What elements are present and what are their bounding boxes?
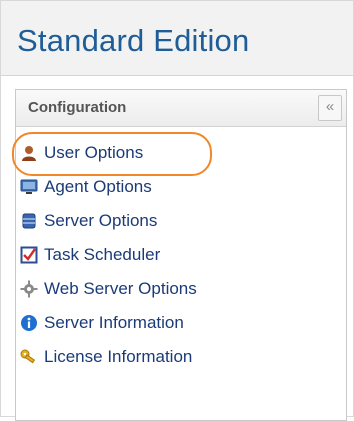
menu-item-label: License Information <box>44 347 193 366</box>
calendar-check-icon <box>20 246 38 264</box>
menu-item-web-server-options[interactable]: Web Server Options <box>20 272 197 306</box>
menu-item-agent-options[interactable]: Agent Options <box>20 170 197 204</box>
collapse-panel-button[interactable]: « <box>318 95 342 121</box>
menu-item-label: Agent Options <box>44 177 152 196</box>
info-icon <box>21 315 37 331</box>
menu-item-server-options[interactable]: Server Options <box>20 204 197 238</box>
key-icon <box>20 349 36 364</box>
menu-item-label: User Options <box>44 143 144 162</box>
header: Standard Edition <box>1 1 353 76</box>
menu-item-label: Web Server Options <box>44 279 197 298</box>
menu-item-label: Server Options <box>44 211 158 230</box>
menu-item-user-options[interactable]: User Options <box>12 132 212 176</box>
panel-header: Configuration « <box>16 90 346 127</box>
menu-item-label: Task Scheduler <box>44 245 161 264</box>
configuration-menu: User Options Agent Options Server Option… <box>12 132 212 374</box>
gear-icon <box>20 280 38 298</box>
database-icon <box>22 213 36 229</box>
menu-item-label: Server Information <box>44 313 184 332</box>
menu-item-license-information[interactable]: License Information <box>20 340 197 374</box>
menu-item-server-information[interactable]: Server Information <box>20 306 197 340</box>
panel-title: Configuration <box>28 99 127 116</box>
monitor-icon <box>20 179 38 194</box>
app-frame: Standard Edition Configuration « User Op… <box>0 0 354 421</box>
collapse-icon: « <box>325 98 335 115</box>
user-icon <box>22 146 36 161</box>
configuration-panel: Configuration « User Options Agent Optio… <box>12 89 347 421</box>
menu-item-task-scheduler[interactable]: Task Scheduler <box>20 238 197 272</box>
page-title: Standard Edition <box>17 23 250 58</box>
